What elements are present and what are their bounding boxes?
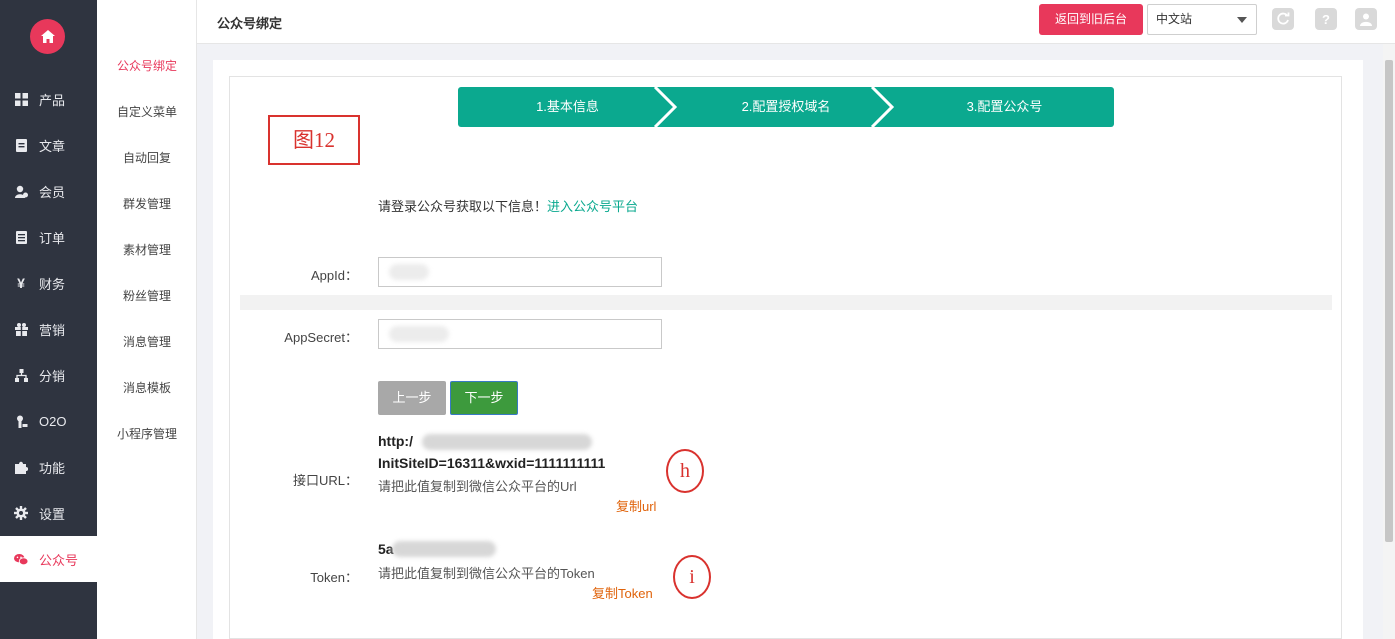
sidebar-item-label: 功能 — [39, 460, 66, 476]
language-select[interactable]: 中文站 — [1147, 4, 1257, 35]
sidebar-item-marketing[interactable]: 营销 — [0, 306, 97, 352]
redacted-token — [392, 541, 496, 557]
next-step-button[interactable]: 下一步 — [450, 381, 518, 415]
step-separator-icon — [870, 87, 895, 127]
gift-icon — [14, 322, 28, 336]
user-pin-icon — [14, 414, 28, 428]
copy-url-link[interactable]: 复制url — [616, 496, 656, 515]
redacted-value — [389, 326, 449, 342]
sidebar-item-label: 营销 — [39, 322, 66, 338]
divider — [240, 295, 1332, 310]
sidebar-item-product[interactable]: 产品 — [0, 76, 97, 122]
step-1: 1.基本信息 — [536, 99, 599, 114]
sidebar-item-label: 会员 — [39, 184, 66, 200]
annotation-h: h — [666, 449, 704, 493]
subnav-item-auto-reply[interactable]: 自动回复 — [97, 149, 197, 166]
sidebar-item-label: 文章 — [39, 138, 66, 154]
back-to-old-admin-button[interactable]: 返回到旧后台 — [1039, 4, 1143, 35]
sidebar-item-label: 订单 — [39, 230, 66, 246]
sidebar-item-o2o[interactable]: O2O — [0, 398, 97, 444]
sidebar-item-function[interactable]: 功能 — [0, 444, 97, 490]
step-3: 3.配置公众号 — [966, 99, 1043, 114]
sidebar-item-wechat[interactable]: 公众号 — [0, 536, 97, 582]
sidebar-item-member[interactable]: 会员 — [0, 168, 97, 214]
appsecret-input[interactable] — [378, 319, 662, 349]
language-select-value: 中文站 — [1156, 12, 1193, 26]
list-icon — [14, 230, 28, 244]
redacted-url — [422, 434, 592, 450]
prev-step-button[interactable]: 上一步 — [378, 381, 446, 415]
home-button[interactable] — [30, 19, 65, 54]
subnav-item-custom-menu[interactable]: 自定义菜单 — [97, 103, 197, 120]
sidebar-item-label: 产品 — [39, 92, 66, 108]
subnav-item-mini-program[interactable]: 小程序管理 — [97, 425, 197, 442]
scrollbar-thumb[interactable] — [1385, 60, 1393, 542]
gear-icon — [14, 506, 28, 520]
yen-icon: ¥ — [17, 275, 25, 291]
annotation-i: i — [673, 555, 711, 599]
help-icon[interactable]: ? — [1315, 8, 1337, 30]
sub-navigation: 公众号绑定 自定义菜单 自动回复 群发管理 素材管理 粉丝管理 消息管理 消息模… — [97, 0, 197, 639]
sidebar-item-order[interactable]: 订单 — [0, 214, 97, 260]
puzzle-icon — [14, 460, 28, 474]
redacted-value — [389, 264, 429, 280]
url-hint: 请把此值复制到微信公众平台的Url — [378, 479, 577, 494]
chevron-down-icon — [1237, 17, 1247, 23]
step-2: 2.配置授权域名 — [741, 99, 831, 114]
subnav-item-mass-send[interactable]: 群发管理 — [97, 195, 197, 212]
sidebar-item-label: O2O — [39, 413, 67, 429]
open-platform-link[interactable]: 进入公众号平台 — [547, 199, 638, 214]
info-message: 请登录公众号获取以下信息！ — [378, 199, 548, 214]
sidebar-item-settings[interactable]: 设置 — [0, 490, 97, 536]
document-icon — [14, 138, 28, 152]
subnav-item-binding[interactable]: 公众号绑定 — [97, 57, 197, 74]
main-sidebar: 产品 文章 会员 订单 ¥ 财务 营销 分销 O2O 功能 设置 公众号 — [0, 0, 97, 639]
url-line-1: http:/ — [378, 433, 413, 449]
appid-label: AppId： — [311, 268, 358, 283]
refresh-icon[interactable] — [1272, 8, 1294, 30]
sitemap-icon — [14, 368, 28, 382]
copy-token-link[interactable]: 复制Token — [592, 583, 653, 602]
figure-label: 图12 — [268, 115, 360, 165]
info-text: 请登录公众号获取以下信息！进入公众号平台 — [378, 196, 638, 215]
appsecret-label: AppSecret： — [284, 330, 358, 345]
sidebar-item-label: 公众号 — [39, 552, 79, 568]
sidebar-item-label: 设置 — [39, 506, 66, 522]
sidebar-item-distribution[interactable]: 分销 — [0, 352, 97, 398]
subnav-item-material[interactable]: 素材管理 — [97, 241, 197, 258]
sidebar-item-finance[interactable]: ¥ 财务 — [0, 260, 97, 306]
token-label: Token： — [310, 570, 358, 585]
scrollbar[interactable] — [1383, 44, 1395, 639]
token-hint: 请把此值复制到微信公众平台的Token — [378, 566, 595, 581]
url-label: 接口URL： — [292, 473, 358, 488]
sidebar-item-label: 分销 — [39, 368, 66, 384]
subnav-item-fans[interactable]: 粉丝管理 — [97, 287, 197, 304]
sidebar-item-label: 财务 — [39, 276, 66, 292]
page-title: 公众号绑定 — [217, 16, 283, 31]
step-progress: 1.基本信息 2.配置授权域名 3.配置公众号 — [458, 87, 1114, 127]
step-separator-icon — [653, 87, 678, 127]
subnav-item-messages[interactable]: 消息管理 — [97, 333, 197, 350]
home-icon — [40, 30, 55, 43]
grid-icon — [14, 92, 28, 106]
appid-input[interactable] — [378, 257, 662, 287]
url-line-2: InitSiteID=16311&wxid=1111111111 — [378, 455, 606, 471]
user-avatar-icon[interactable] — [1355, 8, 1377, 30]
top-bar: 公众号绑定 返回到旧后台 中文站 ? — [197, 0, 1395, 44]
subnav-item-templates[interactable]: 消息模板 — [97, 379, 197, 396]
wechat-icon — [14, 552, 28, 566]
user-icon — [14, 184, 28, 198]
sidebar-item-article[interactable]: 文章 — [0, 122, 97, 168]
